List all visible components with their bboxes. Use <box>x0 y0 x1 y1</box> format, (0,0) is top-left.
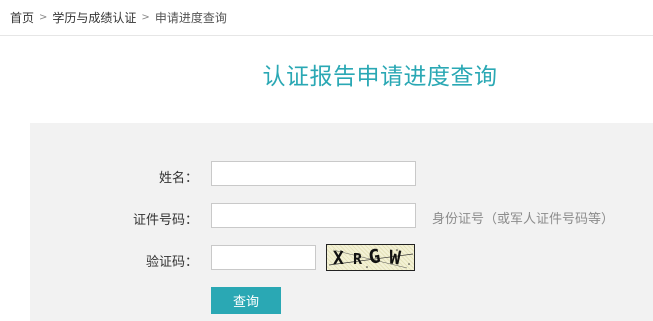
breadcrumb-home-link[interactable]: 首页 <box>10 9 34 26</box>
breadcrumb-separator: > <box>141 11 150 23</box>
name-label: 姓名： <box>158 171 198 186</box>
captcha-char: W <box>387 246 402 270</box>
captcha-char: R <box>353 250 363 268</box>
submit-query-button[interactable]: 查询 <box>211 287 281 314</box>
captcha-label: 验证码： <box>145 255 198 270</box>
id-number-input[interactable] <box>211 203 416 228</box>
captcha-image[interactable]: X R G W <box>326 244 415 271</box>
breadcrumb-section-link[interactable]: 学历与成绩认证 <box>52 9 136 26</box>
breadcrumb: 首页 > 学历与成绩认证 > 申请进度查询 <box>10 8 227 26</box>
breadcrumb-current: 申请进度查询 <box>154 10 227 25</box>
captcha-char: X <box>333 248 344 269</box>
name-input[interactable] <box>211 161 416 186</box>
id-number-label: 证件号码： <box>132 213 198 228</box>
captcha-input[interactable] <box>211 245 316 270</box>
breadcrumb-separator: > <box>39 11 48 23</box>
id-number-hint: 身份证号（或军人证件号码等） <box>432 212 615 227</box>
header-divider <box>0 35 653 36</box>
page-title: 认证报告申请进度查询 <box>262 64 498 90</box>
